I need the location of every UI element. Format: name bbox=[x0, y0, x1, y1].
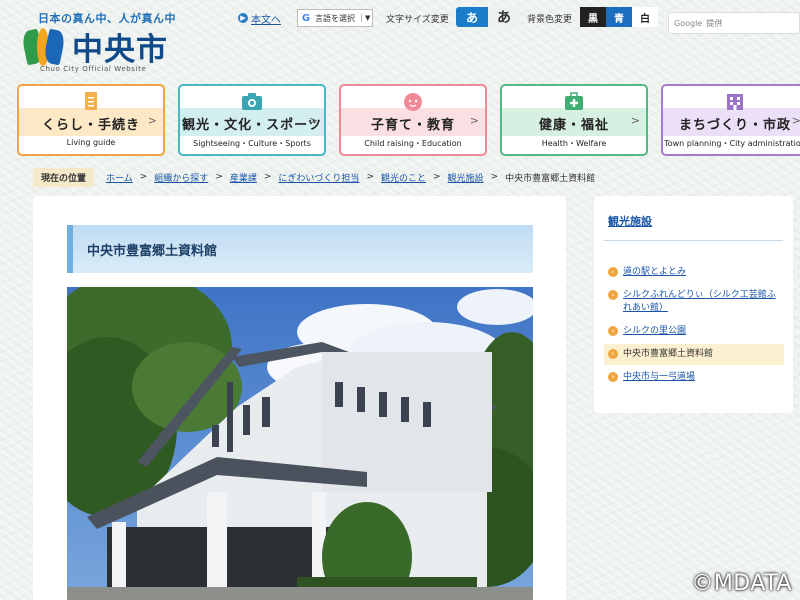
sidebar-item[interactable]: › 道の駅とよとみ bbox=[604, 262, 784, 283]
bg-white-button[interactable]: 白 bbox=[632, 7, 658, 27]
search-input[interactable]: Google 提供 bbox=[668, 12, 800, 34]
search-brand-suffix: 提供 bbox=[706, 18, 723, 28]
sidebar-item[interactable]: › シルクの里公園 bbox=[604, 321, 784, 342]
search-brand: Google bbox=[674, 18, 703, 28]
medical-bag-icon bbox=[565, 92, 583, 110]
nav-town-planning[interactable]: まちづくり・市政 > Town planning・City administra… bbox=[661, 84, 800, 156]
sidebar-item[interactable]: › 中央市与一弓道場 bbox=[604, 367, 784, 388]
sidebar-item-label[interactable]: 中央市与一弓道場 bbox=[623, 371, 695, 384]
site-logo[interactable]: 中央市 bbox=[20, 24, 168, 69]
main-content: 中央市豊富郷土資料館 bbox=[33, 196, 566, 600]
chevron-down-icon: ▼ bbox=[361, 14, 370, 22]
nav-town-planning-title: まちづくり・市政 bbox=[678, 118, 791, 133]
sidebar-heading[interactable]: 観光施設 bbox=[608, 213, 652, 229]
nav-living[interactable]: くらし・手続き > Living guide bbox=[17, 84, 165, 156]
museum-photo bbox=[67, 287, 533, 600]
nav-sightseeing-title: 観光・文化・スポーツ bbox=[182, 118, 322, 133]
language-select-label: 言語を選択 bbox=[315, 13, 355, 23]
document-icon bbox=[85, 92, 97, 110]
bg-black-button[interactable]: 黒 bbox=[580, 7, 606, 27]
chevron-right-icon: > bbox=[308, 114, 318, 127]
nav-living-title: くらし・手続き bbox=[41, 118, 140, 133]
nav-health-title: 健康・福祉 bbox=[538, 118, 609, 133]
font-size-standard-button[interactable]: あ bbox=[456, 7, 488, 27]
language-select[interactable]: G 言語を選択 ▼ bbox=[297, 9, 374, 27]
child-face-icon bbox=[404, 93, 422, 111]
logo-subtitle: Chuo City Official Website bbox=[40, 65, 147, 73]
global-nav: くらし・手続き > Living guide 観光・文化・スポーツ > Sigh… bbox=[17, 84, 800, 156]
nav-health-sub: Health・Welfare bbox=[541, 139, 607, 148]
bg-color-label: 背景色変更 bbox=[527, 14, 573, 25]
breadcrumb-label: 現在の位置 bbox=[33, 167, 95, 187]
breadcrumb-link-industry[interactable]: 産業課 bbox=[230, 171, 257, 184]
logo-text: 中央市 bbox=[72, 32, 168, 68]
arrow-right-icon: › bbox=[608, 372, 618, 382]
breadcrumb-link-home[interactable]: ホーム bbox=[106, 171, 133, 184]
nav-childcare-sub: Child raising・Education bbox=[364, 139, 462, 148]
city-emblem-icon bbox=[20, 27, 67, 66]
arrow-right-icon: › bbox=[608, 290, 618, 300]
sidebar-item[interactable]: › シルクふれんどりぃ（シルク工芸館ふれあい館） bbox=[604, 285, 784, 319]
arrow-right-icon: ▶ bbox=[238, 13, 248, 23]
chevron-right-icon: > bbox=[147, 114, 157, 127]
page-title: 中央市豊富郷土資料館 bbox=[67, 225, 533, 273]
sidebar-item-label[interactable]: 道の駅とよとみ bbox=[623, 266, 686, 279]
skip-to-content[interactable]: ▶ 本文へ bbox=[238, 7, 281, 29]
breadcrumb-current: 中央市豊富郷土資料館 bbox=[505, 173, 596, 184]
nav-sightseeing[interactable]: 観光・文化・スポーツ > Sightseeing・Culture・Sports bbox=[178, 84, 326, 156]
font-size-large-button[interactable]: あ bbox=[488, 7, 520, 27]
watermark: ©MDATA bbox=[691, 571, 792, 596]
sidebar-item-active: › 中央市豊富郷土資料館 bbox=[604, 344, 784, 365]
arrow-right-icon: › bbox=[608, 267, 618, 277]
nav-sightseeing-sub: Sightseeing・Culture・Sports bbox=[193, 139, 311, 148]
font-size-label: 文字サイズ変更 bbox=[386, 14, 449, 25]
nav-health[interactable]: 健康・福祉 > Health・Welfare bbox=[500, 84, 648, 156]
arrow-right-icon: › bbox=[608, 326, 618, 336]
google-icon: G bbox=[301, 12, 311, 24]
nav-childcare-title: 子育て・教育 bbox=[370, 118, 455, 133]
sidebar-item-label[interactable]: シルクの里公園 bbox=[623, 325, 686, 338]
sidebar-item-label[interactable]: シルクふれんどりぃ（シルク工芸館ふれあい館） bbox=[623, 289, 780, 315]
nav-childcare[interactable]: 子育て・教育 > Child raising・Education bbox=[339, 84, 487, 156]
camera-icon bbox=[242, 93, 262, 110]
bg-blue-button[interactable]: 青 bbox=[606, 7, 632, 27]
sidebar-item-label: 中央市豊富郷土資料館 bbox=[623, 349, 714, 359]
building-icon bbox=[727, 94, 743, 110]
chevron-right-icon: > bbox=[630, 114, 640, 127]
nav-town-planning-sub: Town planning・City administration bbox=[664, 139, 800, 148]
arrow-right-icon: › bbox=[608, 349, 618, 359]
skip-link[interactable]: 本文へ bbox=[251, 11, 281, 26]
breadcrumb-link-organization[interactable]: 組織から探す bbox=[154, 171, 208, 184]
chevron-right-icon: > bbox=[469, 114, 479, 127]
divider bbox=[604, 240, 783, 241]
chevron-right-icon: > bbox=[792, 114, 800, 127]
breadcrumb-link-nigiwai[interactable]: にぎわいづくり担当 bbox=[278, 171, 359, 184]
breadcrumb: 現在の位置 ホーム > 組織から探す > 産業課 > にぎわいづくり担当 > 観… bbox=[33, 167, 596, 187]
site-header: 日本の真ん中、人が真ん中 中央市 Chuo City Official Webs… bbox=[0, 0, 800, 78]
breadcrumb-link-tourism[interactable]: 観光のこと bbox=[381, 171, 426, 184]
sidebar: 観光施設 › 道の駅とよとみ › シルクふれんどりぃ（シルク工芸館ふれあい館） … bbox=[594, 196, 793, 413]
breadcrumb-link-facilities[interactable]: 観光施設 bbox=[448, 171, 484, 184]
nav-living-sub: Living guide bbox=[66, 138, 116, 147]
sidebar-list: › 道の駅とよとみ › シルクふれんどりぃ（シルク工芸館ふれあい館） › シルク… bbox=[604, 262, 784, 390]
